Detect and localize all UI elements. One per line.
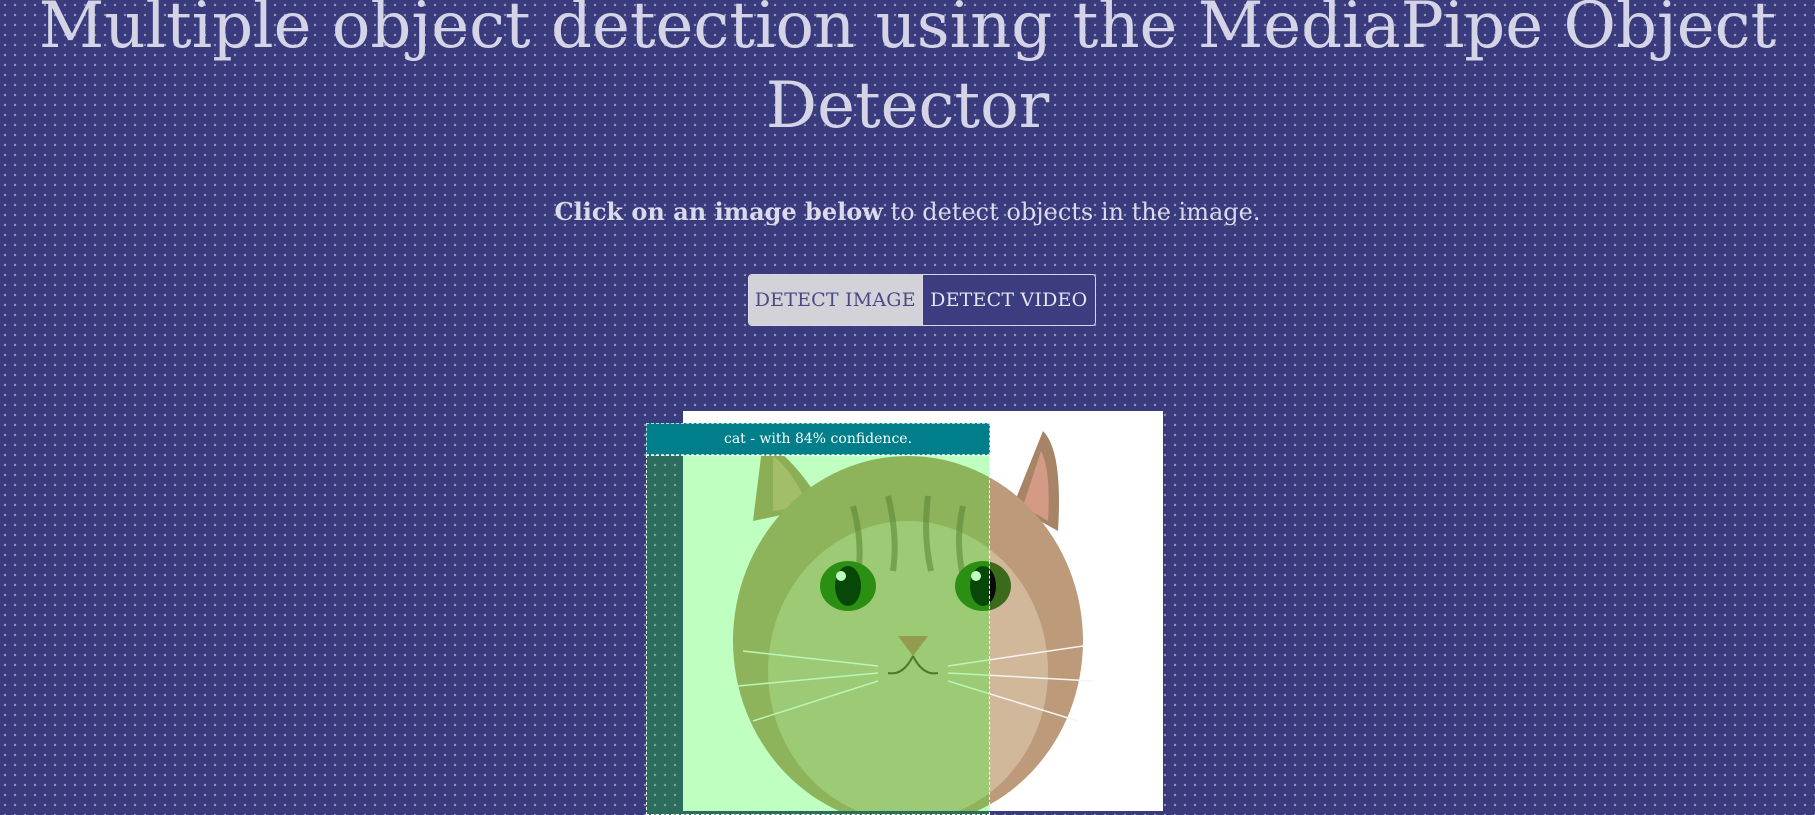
mode-toggle: DETECT IMAGE DETECT VIDEO <box>748 274 1096 326</box>
page-title: Multiple object detection using the Medi… <box>38 0 1777 143</box>
detection-label: cat - with 84% confidence. <box>646 423 990 455</box>
instructions-text: Click on an image below to detect object… <box>0 196 1815 228</box>
detect-video-button[interactable]: DETECT VIDEO <box>921 275 1095 325</box>
detection-highlighter <box>646 455 990 815</box>
detect-image-button[interactable]: DETECT IMAGE <box>749 275 922 325</box>
instructions-rest: to detect objects in the image. <box>882 198 1261 226</box>
instructions-bold: Click on an image below <box>554 197 883 226</box>
